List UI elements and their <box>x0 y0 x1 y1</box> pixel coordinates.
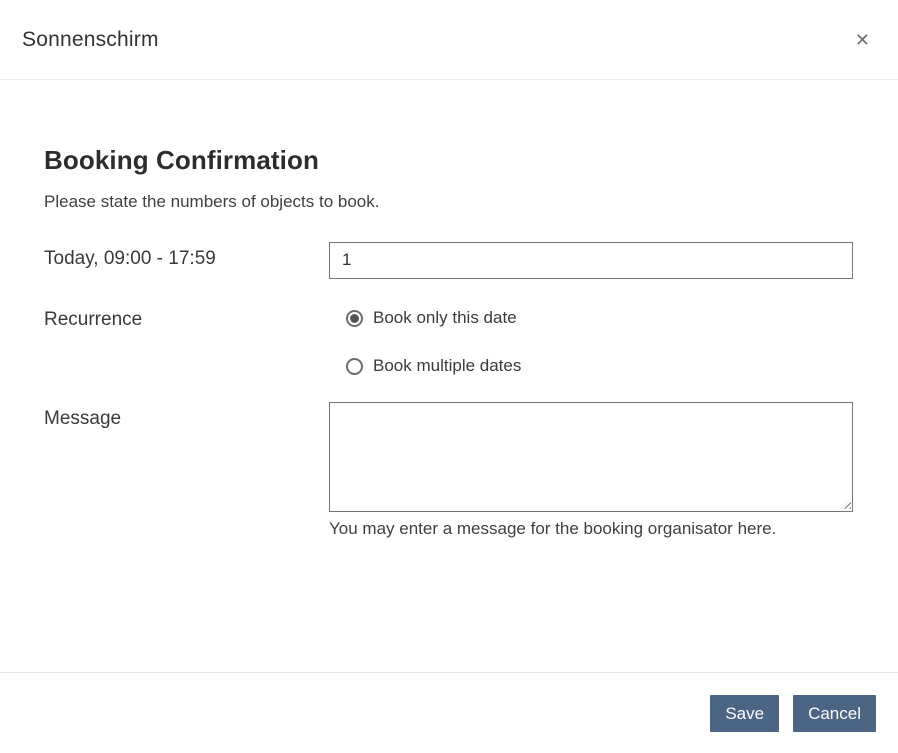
radio-icon[interactable] <box>346 357 363 375</box>
page-title: Booking Confirmation <box>44 145 319 175</box>
date-quantity-row: Today, 09:00 - 17:59 <box>44 241 853 279</box>
radio-option-label[interactable]: Book multiple dates <box>373 355 521 378</box>
quantity-input[interactable] <box>329 241 853 279</box>
close-icon[interactable]: ✕ <box>851 27 874 53</box>
recurrence-options: Book only this date Book multiple dates <box>329 303 853 378</box>
page-subtitle: Please state the numbers of objects to b… <box>44 191 380 211</box>
cancel-button[interactable]: Cancel <box>793 695 876 732</box>
message-row: Message You may enter a message for the … <box>44 401 853 540</box>
recurrence-label: Recurrence <box>44 308 143 330</box>
radio-option-book-only-this-date[interactable]: Book only this date <box>346 307 853 330</box>
radio-icon[interactable] <box>346 309 363 327</box>
booking-dialog: Sonnenschirm ✕ Booking Confirmation Plea… <box>0 0 898 753</box>
radio-option-label[interactable]: Book only this date <box>373 307 517 330</box>
radio-option-book-multiple-dates[interactable]: Book multiple dates <box>346 355 853 378</box>
message-help-text: You may enter a message for the booking … <box>329 518 777 538</box>
message-label: Message <box>44 407 122 429</box>
date-label: Today, 09:00 - 17:59 <box>44 247 216 269</box>
dialog-header: Sonnenschirm ✕ <box>0 0 898 80</box>
save-button[interactable]: Save <box>710 695 780 732</box>
dialog-body: Booking Confirmation Please state the nu… <box>0 80 898 672</box>
booking-form: Today, 09:00 - 17:59 Recurrence Book onl… <box>44 241 853 540</box>
dialog-footer: Save Cancel <box>0 672 898 753</box>
recurrence-row: Recurrence Book only this date Book mult… <box>44 303 853 378</box>
dialog-title: Sonnenschirm <box>22 27 159 51</box>
message-textarea[interactable] <box>329 401 853 512</box>
message-textarea-wrap <box>329 401 853 512</box>
